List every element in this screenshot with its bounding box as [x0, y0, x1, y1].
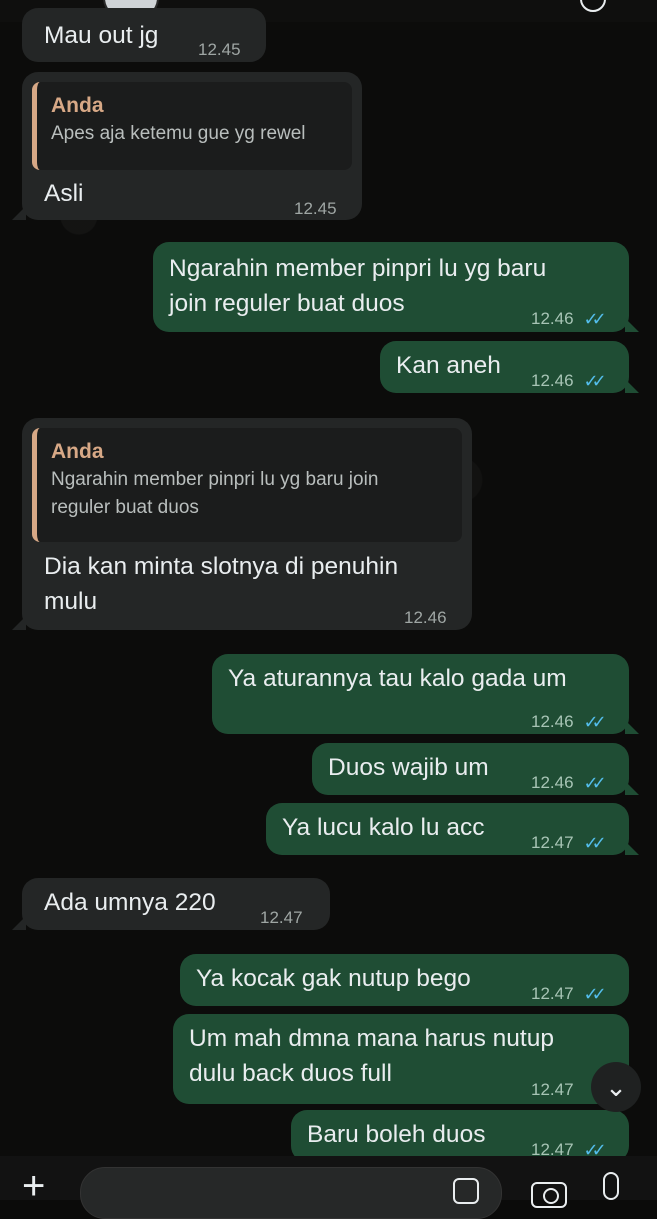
quote-author: Anda — [51, 94, 104, 117]
quote-text: Apes aja ketemu gue yg rewel — [51, 123, 306, 144]
message-time: 12.46 ✓✓ — [531, 302, 607, 336]
message-outgoing[interactable]: Baru boleh duos 12.47 ✓✓ — [291, 1110, 629, 1162]
message-text: Ada umnya 220 — [44, 889, 216, 916]
message-outgoing[interactable]: Ya aturannya tau kalo gada um 12.46 ✓✓ — [212, 654, 639, 734]
message-incoming[interactable]: Mau out jg 12.45 — [22, 8, 266, 62]
message-text: Ya kocak gak nutup bego — [196, 965, 471, 992]
chevron-down-icon: ⌄ — [605, 1071, 627, 1102]
message-text: Mau out jg — [44, 22, 159, 49]
message-time: 12.46 ✓✓ — [531, 766, 607, 800]
message-incoming[interactable]: Anda Apes aja ketemu gue yg rewel Asli 1… — [12, 72, 362, 220]
message-text: Ya aturannya tau kalo gada um — [228, 665, 567, 692]
message-time: 12.45 — [294, 199, 337, 218]
message-text: Ngarahin member pinpri lu yg baru — [169, 255, 547, 282]
message-time: 12.46 ✓✓ — [531, 364, 607, 398]
message-time: 12.47 — [531, 1080, 574, 1099]
quoted-message[interactable]: Anda Ngarahin member pinpri lu yg baru j… — [32, 428, 462, 542]
message-time: 12.46 ✓✓ — [531, 705, 607, 739]
microphone-icon[interactable] — [603, 1172, 619, 1200]
message-text: Asli — [44, 180, 84, 207]
message-outgoing[interactable]: Um mah dmna mana harus nutup dulu back d… — [173, 1014, 629, 1104]
call-icon[interactable] — [580, 0, 606, 12]
message-incoming[interactable]: Ada umnya 220 12.47 — [12, 878, 330, 930]
camera-icon[interactable] — [531, 1182, 567, 1208]
message-outgoing[interactable]: Kan aneh 12.46 ✓✓ — [380, 341, 639, 393]
read-ticks-icon: ✓✓ — [583, 309, 607, 329]
message-outgoing[interactable]: Duos wajib um 12.46 ✓✓ — [312, 743, 639, 795]
read-ticks-icon: ✓✓ — [583, 833, 607, 853]
message-outgoing[interactable]: Ya kocak gak nutup bego 12.47 ✓✓ — [180, 954, 629, 1006]
message-text: dulu back duos full — [189, 1060, 392, 1087]
message-text: Um mah dmna mana harus nutup — [189, 1025, 554, 1052]
read-ticks-icon: ✓✓ — [583, 712, 607, 732]
message-time: 12.46 — [404, 608, 447, 627]
read-ticks-icon: ✓✓ — [583, 371, 607, 391]
message-text: Baru boleh duos — [307, 1121, 486, 1148]
quoted-message[interactable]: Anda Apes aja ketemu gue yg rewel — [32, 82, 352, 170]
message-outgoing[interactable]: Ya lucu kalo lu acc 12.47 ✓✓ — [266, 803, 639, 855]
message-text: Dia kan minta slotnya di penuhin — [44, 553, 399, 580]
message-outgoing[interactable]: Ngarahin member pinpri lu yg baru join r… — [153, 242, 639, 332]
quote-text: reguler buat duos — [51, 497, 199, 518]
read-ticks-icon: ✓✓ — [583, 984, 607, 1004]
message-text: Ya lucu kalo lu acc — [282, 814, 485, 841]
sticker-icon[interactable] — [453, 1178, 479, 1204]
message-input[interactable] — [80, 1167, 502, 1219]
message-time: 12.45 — [198, 40, 241, 59]
quote-text: Ngarahin member pinpri lu yg baru join — [51, 469, 379, 490]
message-incoming[interactable]: Anda Ngarahin member pinpri lu yg baru j… — [12, 418, 472, 630]
read-ticks-icon: ✓✓ — [583, 773, 607, 793]
plus-icon[interactable]: + — [22, 1166, 45, 1206]
quote-author: Anda — [51, 440, 104, 463]
scroll-to-bottom-button[interactable]: ⌄ — [591, 1062, 641, 1112]
message-time: 12.47 ✓✓ — [531, 977, 607, 1011]
message-text: mulu — [44, 588, 98, 615]
message-text: Duos wajib um — [328, 754, 489, 781]
message-text: Kan aneh — [396, 352, 501, 379]
message-time: 12.47 — [260, 908, 303, 927]
message-time: 12.47 ✓✓ — [531, 826, 607, 860]
message-text: join reguler buat duos — [169, 290, 405, 317]
